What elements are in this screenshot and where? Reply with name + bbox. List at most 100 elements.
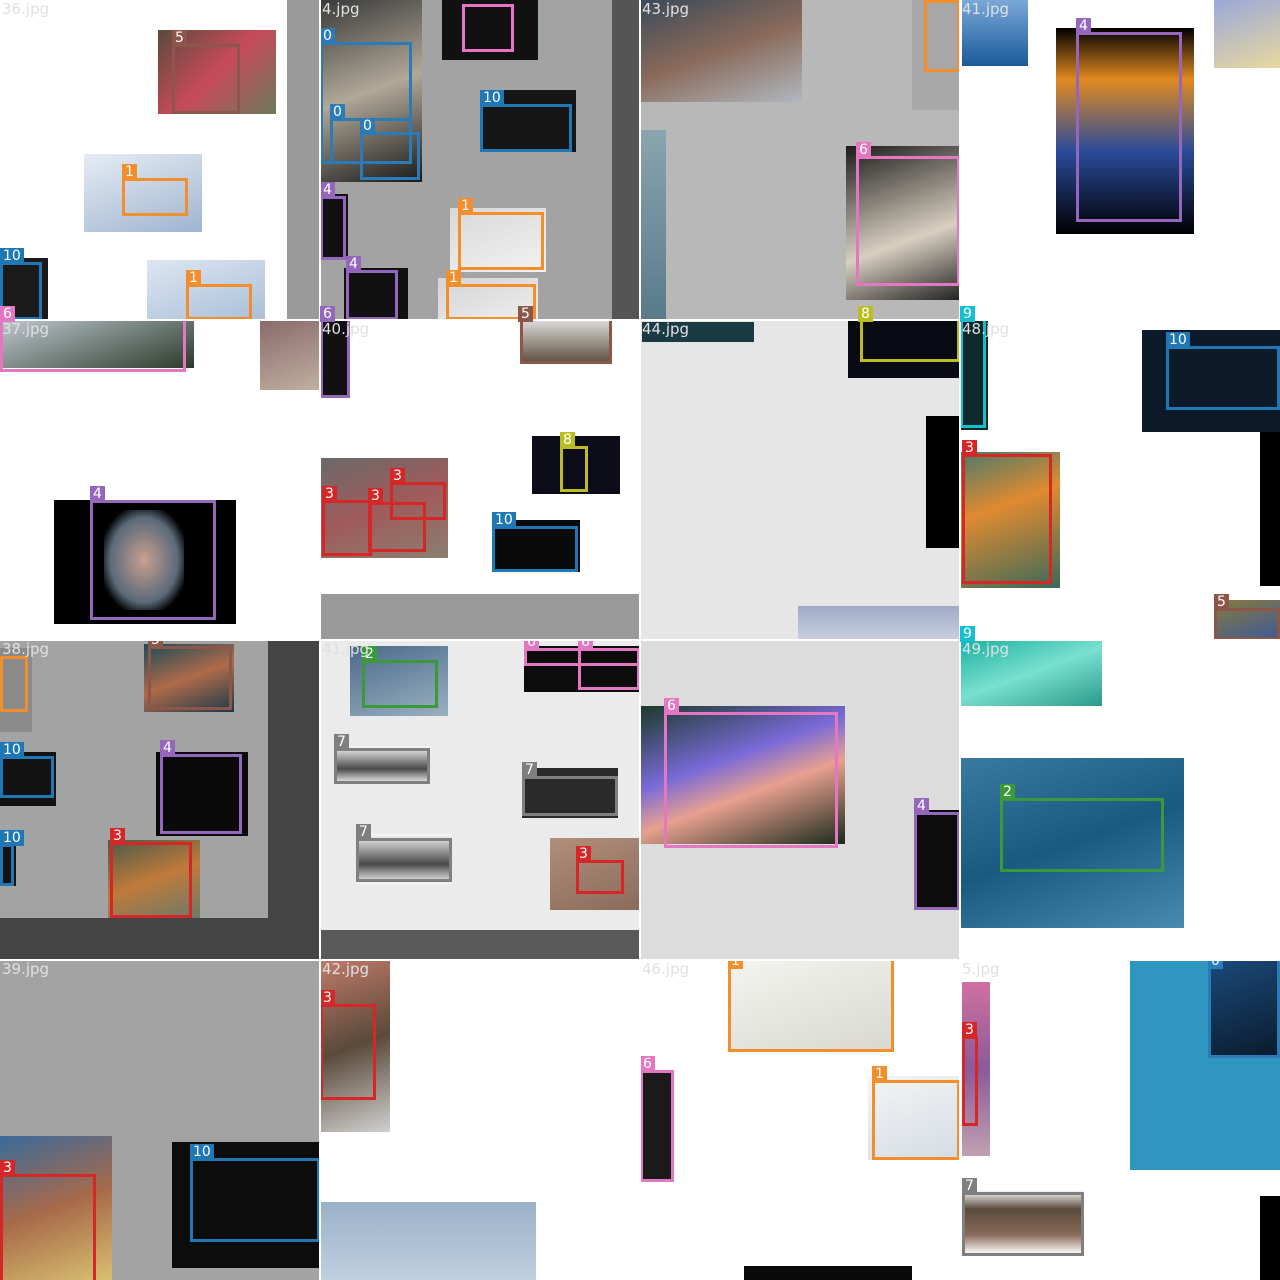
class-label: 3 [320, 990, 335, 1006]
detection-box: 1 [186, 270, 252, 320]
image-patch [744, 1266, 912, 1280]
class-label: 3 [962, 1022, 977, 1038]
class-label: 10 [492, 512, 516, 528]
tile-filename: 48.jpg [962, 320, 1010, 338]
detection-box: 3 [322, 486, 372, 556]
detection-box: 1 [728, 960, 894, 1052]
image-patch [1260, 432, 1280, 586]
class-label: 3 [576, 846, 591, 862]
detection-box: 3 [962, 440, 1052, 584]
class-label: 5 [518, 306, 533, 322]
detection-box: 6 [664, 698, 838, 848]
detection-box: 3 [390, 468, 446, 520]
detection-box: 10 [480, 90, 572, 152]
image-patch [260, 320, 320, 390]
tile-filename: 40.jpg [322, 320, 370, 338]
tile-divider [0, 639, 1280, 641]
mosaic-tile: 46.jpg 1 6 1 [640, 960, 960, 1280]
mosaic-tile: 4.jpg 0 0 0 10 1 4 4 1 [320, 0, 640, 320]
image-patch [0, 918, 320, 960]
class-label: 1 [122, 164, 137, 180]
tile-divider [0, 959, 1280, 961]
class-label: 3 [390, 468, 405, 484]
detection-box: 4 [1076, 18, 1182, 222]
class-label: 10 [480, 90, 504, 106]
tile-filename: 41.jpg [322, 640, 370, 658]
image-patch [612, 0, 640, 320]
class-label: 6 [0, 306, 15, 322]
detection-box: 8 [560, 432, 588, 492]
class-label: 1 [872, 1066, 887, 1082]
detection-box: 10 [1166, 332, 1280, 410]
detection-box [860, 320, 960, 362]
detection-box [924, 0, 960, 72]
class-label: 10 [0, 742, 24, 758]
class-label: 7 [356, 824, 371, 840]
mosaic-tile: 43.jpg 6 [640, 0, 960, 320]
image-patch [1214, 0, 1280, 68]
class-label: 6 [856, 142, 871, 158]
class-label: 8 [560, 432, 575, 448]
class-label: 4 [1076, 18, 1091, 34]
detection-box: 3 [0, 1160, 96, 1280]
class-label: 3 [962, 440, 977, 456]
detection-box: 6 [640, 1056, 674, 1182]
tile-filename: 38.jpg [2, 640, 50, 658]
image-patch [640, 130, 666, 320]
tile-filename: 4.jpg [322, 0, 360, 18]
mosaic-tile: 5.jpg 0 3 7 [960, 960, 1280, 1280]
detection-box: 1 [458, 198, 544, 270]
detection-box: 1 [122, 164, 188, 216]
tile-filename: 44.jpg [642, 320, 690, 338]
class-label: 7 [522, 762, 537, 778]
detection-box: 2 [1000, 784, 1164, 872]
detection-box: 7 [962, 1178, 1084, 1256]
tile-filename: 46.jpg [642, 960, 690, 978]
detection-box: 5 [148, 640, 232, 710]
image-patch [1260, 1196, 1280, 1280]
mosaic-tile: 40.jpg 8 10 3 3 3 [320, 320, 640, 640]
detection-box: 3 [110, 828, 192, 918]
class-label: 1 [458, 198, 473, 214]
detection-box: 10 [0, 830, 24, 886]
class-label: 1 [446, 270, 461, 286]
mosaic-tile: 48.jpg 10 3 5 [960, 320, 1280, 640]
detection-box: 0 [1208, 960, 1280, 1058]
class-label: 5 [1214, 594, 1229, 610]
detection-box: 7 [334, 734, 430, 784]
detection-box [520, 320, 612, 364]
detection-box: 0 [360, 118, 420, 180]
mosaic-tile: 37.jpg 4 [0, 320, 320, 640]
class-label: 0 [330, 104, 345, 120]
detection-box: 1 [872, 1066, 960, 1160]
detection-box: 10 [492, 512, 578, 572]
class-label: 10 [190, 1144, 214, 1160]
class-label: 1 [186, 270, 201, 286]
detection-box: 3 [962, 1022, 978, 1126]
tile-filename: 37.jpg [2, 320, 50, 338]
image-patch [798, 606, 960, 640]
class-label: 10 [0, 830, 24, 846]
mosaic-tile: 49.jpg 2 [960, 640, 1280, 960]
class-label: 9 [960, 626, 975, 642]
class-label: 6 [664, 698, 679, 714]
class-label: 4 [914, 798, 929, 814]
image-patch [287, 0, 320, 320]
tile-filename: 43.jpg [642, 0, 690, 18]
detection-box: 4 [346, 256, 398, 320]
detection-box: 2 [362, 646, 438, 708]
detection-box [0, 656, 28, 712]
class-label: 3 [322, 486, 337, 502]
class-label: 7 [962, 1178, 977, 1194]
image-patch [320, 1202, 536, 1280]
image-patch [926, 416, 960, 548]
class-label: 6 [578, 640, 593, 650]
class-label: 4 [346, 256, 361, 272]
detection-box: 4 [320, 182, 346, 260]
tile-filename: 39.jpg [2, 960, 50, 978]
class-label: 4 [160, 740, 175, 756]
class-label: 4 [90, 486, 105, 502]
class-label: 0 [1208, 960, 1223, 969]
tile-divider [0, 319, 1280, 321]
class-label: 7 [334, 734, 349, 750]
